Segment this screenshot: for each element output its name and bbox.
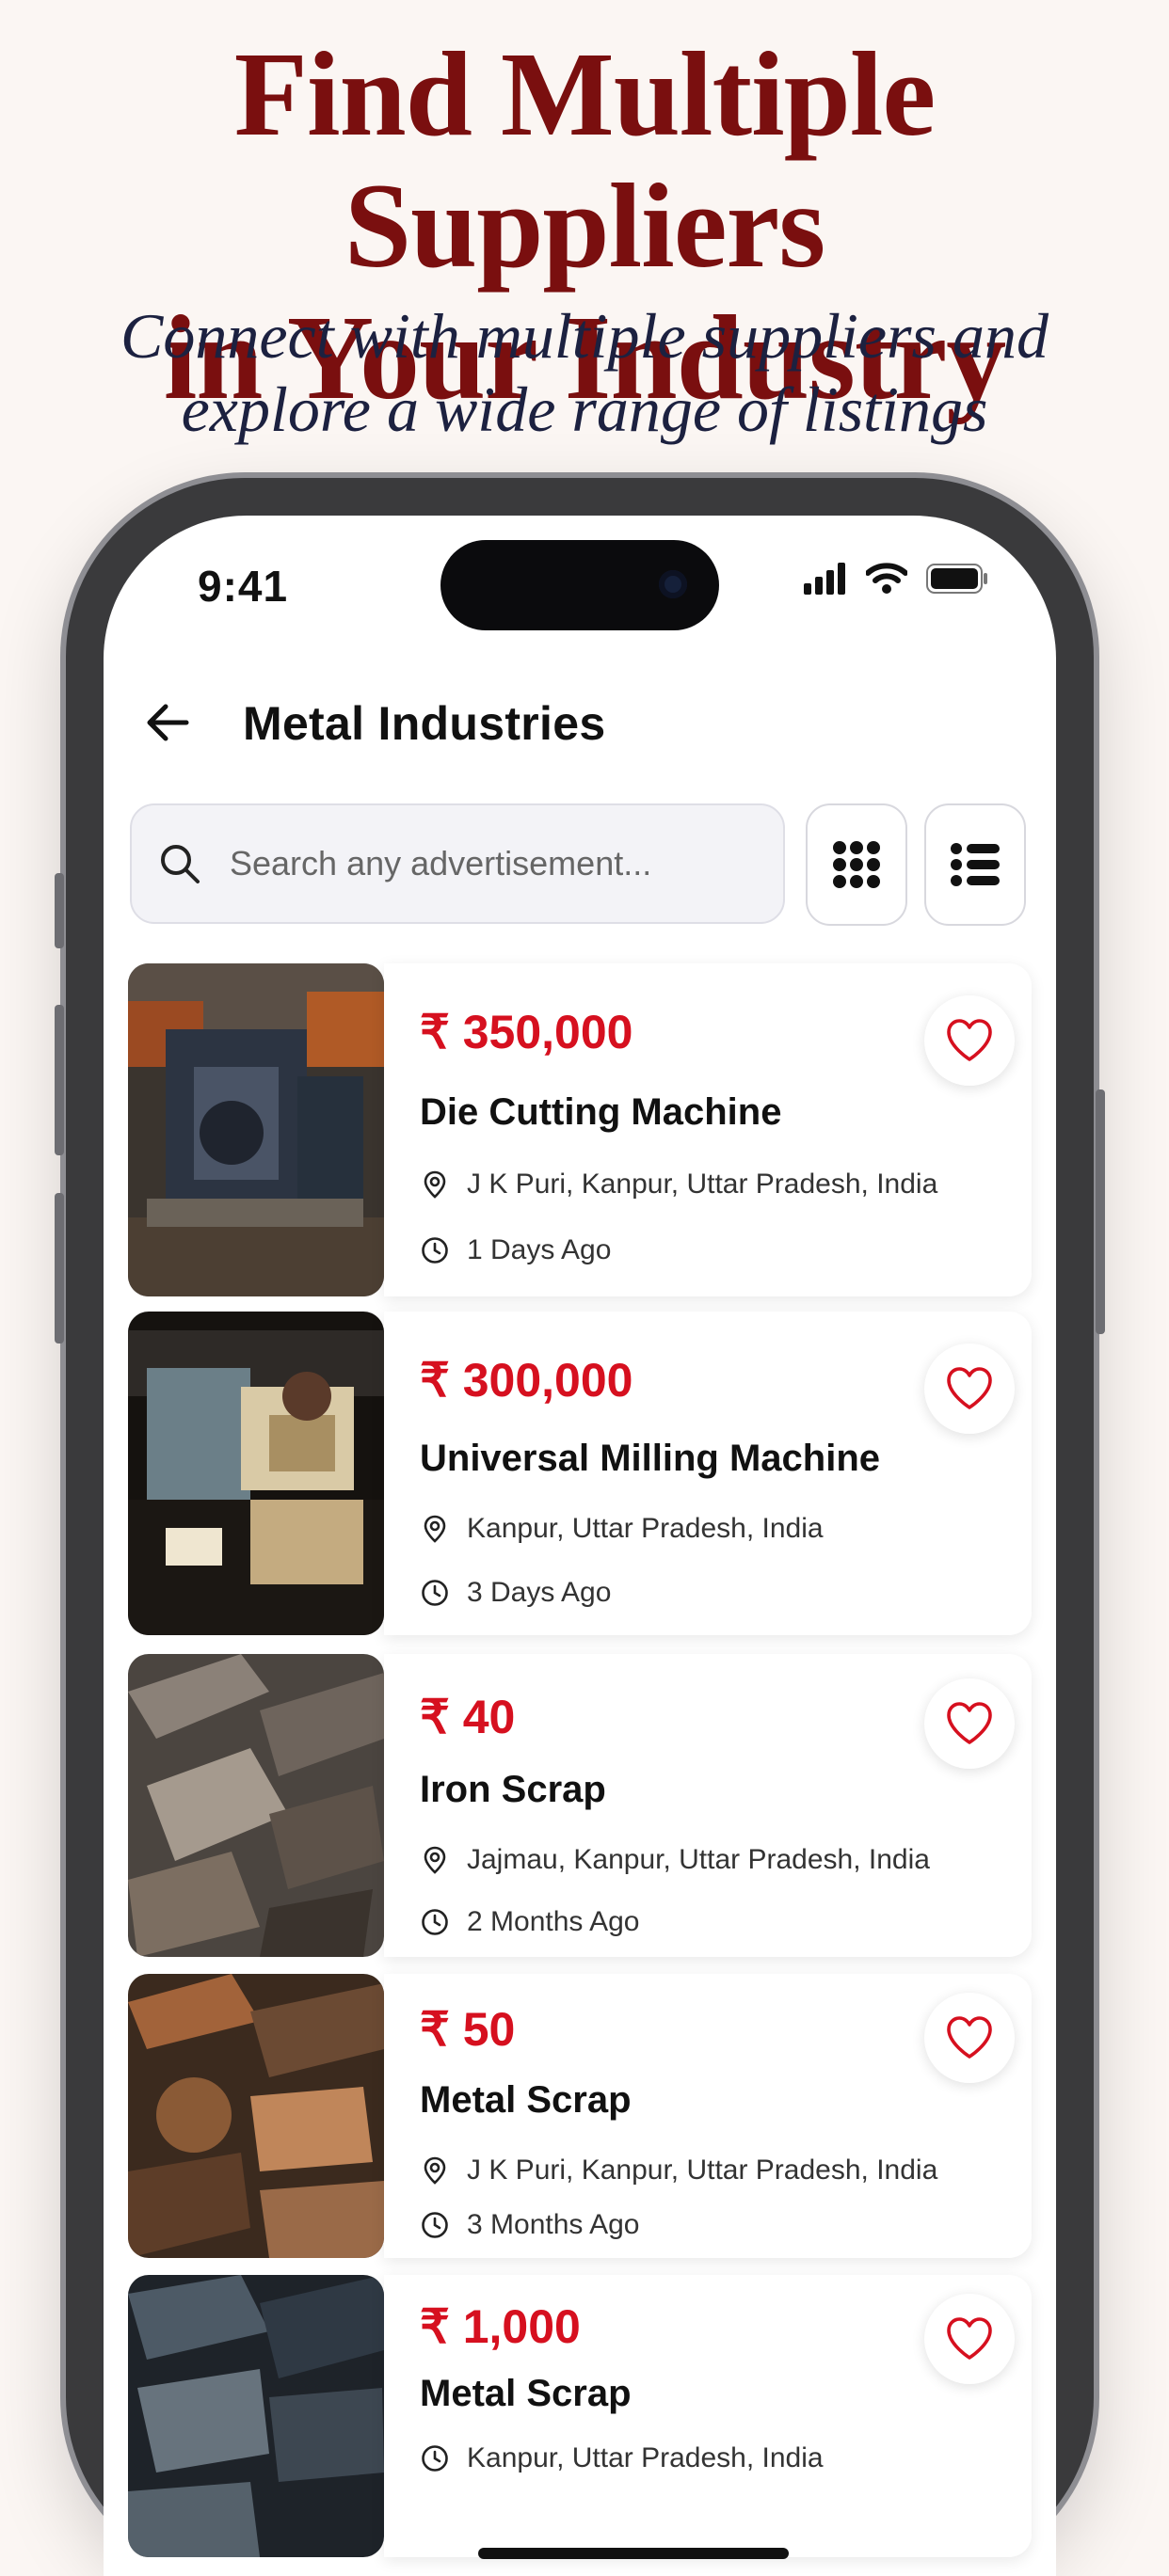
listing-posted-text: 3 Days Ago <box>467 1577 612 1608</box>
listing-title: Die Cutting Machine <box>420 1091 782 1133</box>
listing-location: J K Puri, Kanpur, Uttar Pradesh, India <box>420 1169 937 1201</box>
promo-headline-line1: Find Multiple Suppliers <box>233 27 936 293</box>
listing-card[interactable]: ₹ 50 Metal Scrap J K Puri, Kanpur, Uttar… <box>128 1974 1032 2258</box>
listing-location-text: Kanpur, Uttar Pradesh, India <box>467 1513 824 1544</box>
listing-card[interactable]: ₹ 300,000 Universal Milling Machine Kanp… <box>128 1312 1032 1635</box>
home-indicator <box>478 2548 789 2559</box>
grid-view-button[interactable] <box>806 803 907 926</box>
listing-price: ₹ 300,000 <box>420 1354 633 1407</box>
promo-subheadline: Connect with multiple suppliers and expl… <box>0 299 1169 446</box>
listing-posted: 3 Months Ago <box>420 2209 639 2241</box>
clock-icon <box>422 1237 448 1264</box>
listing-card[interactable]: ₹ 1,000 Metal Scrap Kanpur, Uttar Prades… <box>128 2275 1032 2557</box>
listing-image <box>128 1312 384 1635</box>
listing-posted-text: 3 Months Ago <box>467 2209 640 2240</box>
action-button <box>55 873 64 948</box>
phone-frame: 9:41 Metal Industries Search any adverti… <box>55 478 1105 2576</box>
favorite-button[interactable] <box>924 995 1015 1086</box>
page-title: Metal Industries <box>243 697 606 750</box>
listing-image <box>128 1654 384 1957</box>
favorite-button[interactable] <box>924 2294 1015 2384</box>
favorite-button[interactable] <box>924 1344 1015 1434</box>
search-bar[interactable] <box>130 803 785 924</box>
clock-icon <box>422 2445 448 2472</box>
search-input[interactable] <box>228 843 759 884</box>
location-pin-icon <box>424 1170 446 1199</box>
grid-view-icon <box>833 841 880 888</box>
listing-posted: 3 Days Ago <box>420 1577 611 1609</box>
listing-image <box>128 1974 384 2258</box>
promo-subheadline-line1: Connect with multiple suppliers and <box>120 300 1049 372</box>
search-icon <box>161 845 200 883</box>
volume-down-button <box>55 1193 64 1344</box>
phone-screen: 9:41 Metal Industries Search any adverti… <box>104 516 1056 2576</box>
favorite-button[interactable] <box>924 1993 1015 2083</box>
listing-location-text: Jajmau, Kanpur, Uttar Pradesh, India <box>467 1844 930 1875</box>
signal-icon <box>804 563 845 595</box>
listing-details: ₹ 40 Iron Scrap Jajmau, Kanpur, Uttar Pr… <box>384 1654 1032 1957</box>
listing-posted-text: 2 Months Ago <box>467 1906 640 1937</box>
wifi-icon <box>866 563 907 594</box>
back-arrow-icon[interactable] <box>141 696 194 749</box>
heart-icon <box>947 2016 992 2059</box>
location-pin-icon <box>424 1846 446 1874</box>
dynamic-island <box>440 540 719 630</box>
listing-image <box>128 963 384 1296</box>
favorite-button[interactable] <box>924 1678 1015 1769</box>
listing-location: J K Puri, Kanpur, Uttar Pradesh, India <box>420 2155 937 2186</box>
heart-icon <box>947 2317 992 2360</box>
listing-title: Metal Scrap <box>420 2373 632 2414</box>
listing-price: ₹ 1,000 <box>420 2300 581 2353</box>
listing-card[interactable]: ₹ 40 Iron Scrap Jajmau, Kanpur, Uttar Pr… <box>128 1654 1032 1957</box>
listing-location-text: J K Puri, Kanpur, Uttar Pradesh, India <box>467 2155 938 2186</box>
listing-location: Jajmau, Kanpur, Uttar Pradesh, India <box>420 1844 930 1876</box>
listing-price: ₹ 350,000 <box>420 1006 633 1058</box>
listing-location: Kanpur, Uttar Pradesh, India <box>420 2442 824 2474</box>
listing-image <box>128 2275 384 2557</box>
listing-details: ₹ 50 Metal Scrap J K Puri, Kanpur, Uttar… <box>384 1974 1032 2258</box>
listing-title: Universal Milling Machine <box>420 1438 881 1479</box>
clock-icon <box>422 1580 448 1606</box>
heart-icon <box>947 1019 992 1061</box>
list-view-button[interactable] <box>924 803 1026 926</box>
clock-icon <box>422 1909 448 1935</box>
location-pin-icon <box>424 1515 446 1543</box>
clock-icon <box>422 2212 448 2238</box>
listing-details: ₹ 350,000 Die Cutting Machine J K Puri, … <box>384 963 1032 1296</box>
battery-icon <box>926 564 987 594</box>
listing-location: Kanpur, Uttar Pradesh, India <box>420 1513 824 1545</box>
listing-price: ₹ 50 <box>420 2003 516 2056</box>
location-pin-icon <box>424 2156 446 2185</box>
listing-location-text: Kanpur, Uttar Pradesh, India <box>467 2442 824 2473</box>
listing-posted-text: 1 Days Ago <box>467 1234 612 1265</box>
listing-posted: 2 Months Ago <box>420 1906 639 1938</box>
list-view-icon <box>951 843 1000 886</box>
app-bar: Metal Industries <box>104 676 1056 770</box>
heart-icon <box>947 1702 992 1744</box>
listing-posted: 1 Days Ago <box>420 1234 611 1266</box>
heart-icon <box>947 1367 992 1409</box>
listing-details: ₹ 300,000 Universal Milling Machine Kanp… <box>384 1312 1032 1635</box>
promo-subheadline-line2: explore a wide range of listings <box>181 374 988 445</box>
listing-card[interactable]: ₹ 350,000 Die Cutting Machine J K Puri, … <box>128 963 1032 1296</box>
listing-location-text: J K Puri, Kanpur, Uttar Pradesh, India <box>467 1169 938 1200</box>
volume-up-button <box>55 1005 64 1155</box>
listing-title: Iron Scrap <box>420 1769 606 1810</box>
status-time: 9:41 <box>198 562 289 611</box>
camera-icon <box>659 570 687 598</box>
listing-title: Metal Scrap <box>420 2079 632 2121</box>
listing-price: ₹ 40 <box>420 1691 516 1743</box>
listing-details: ₹ 1,000 Metal Scrap Kanpur, Uttar Prades… <box>384 2275 1032 2557</box>
status-icons <box>804 563 988 595</box>
power-button <box>1096 1089 1105 1334</box>
